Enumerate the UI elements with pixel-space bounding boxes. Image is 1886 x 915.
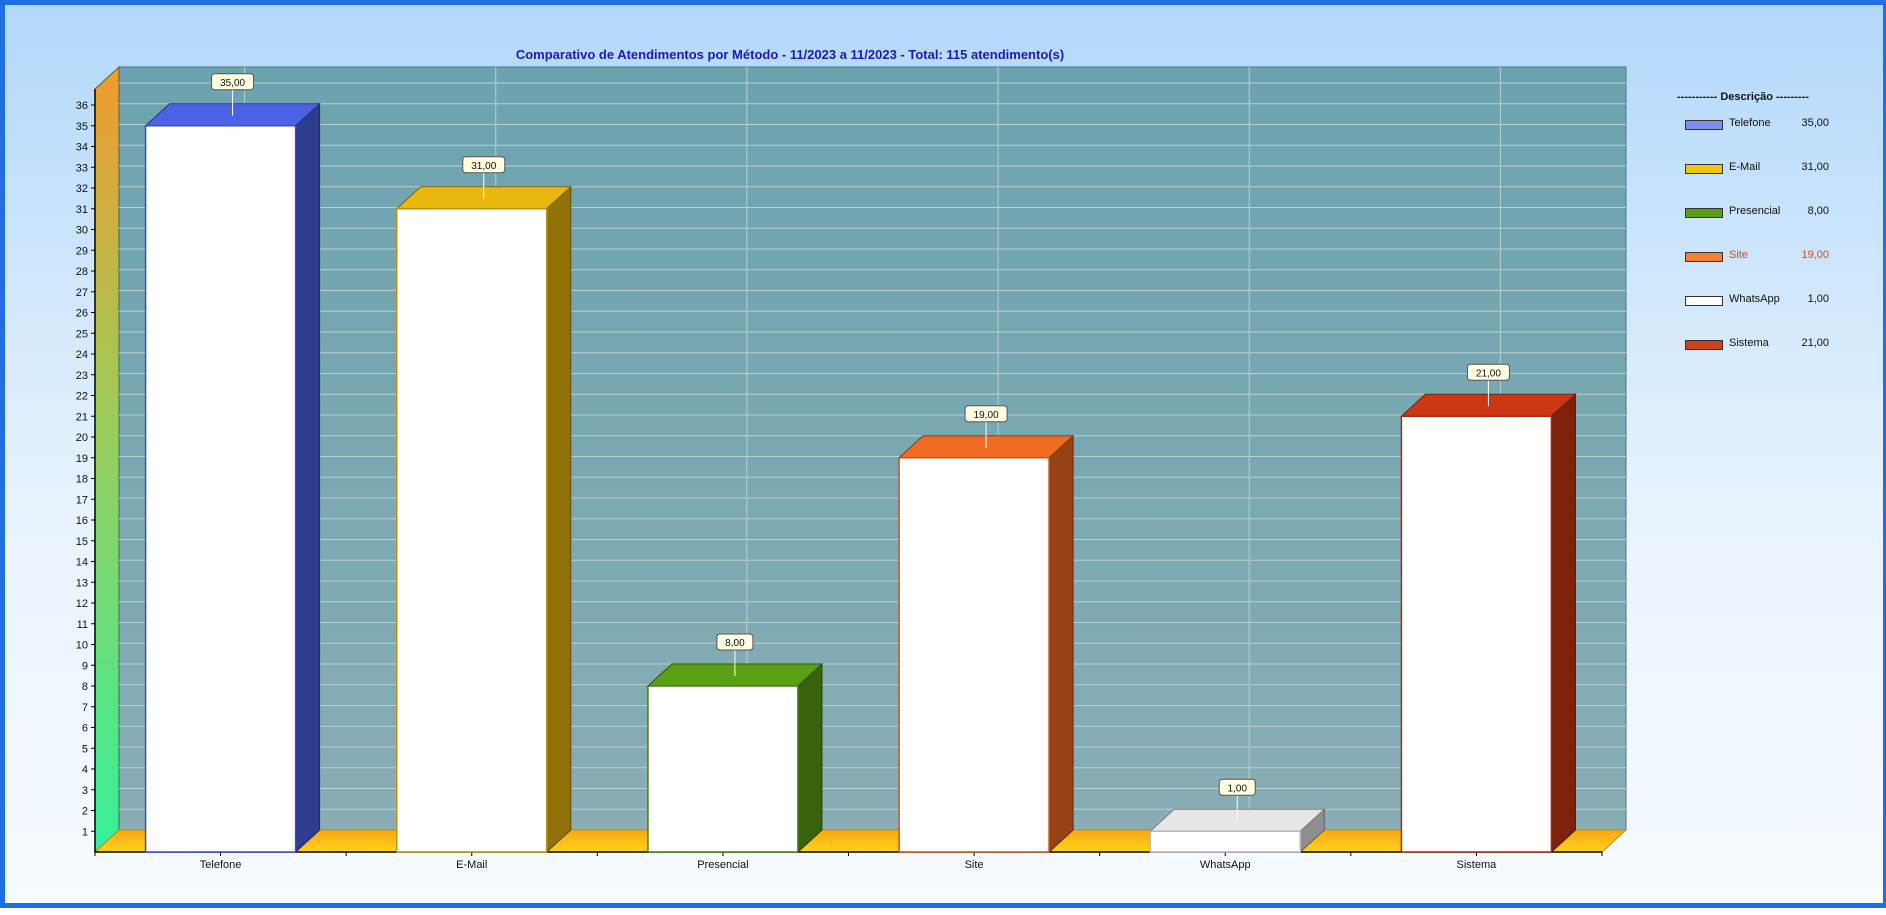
x-tick-label: Presencial: [697, 859, 748, 871]
bar-telefone: [144, 102, 321, 854]
y-tick-label: 12: [76, 598, 88, 610]
legend-value: 31,00: [1801, 161, 1829, 173]
y-tick-label: 22: [76, 391, 88, 403]
y-tick-label: 35: [76, 121, 88, 133]
legend-item-sistema: Sistema 21,00: [1677, 337, 1837, 381]
legend: ----------- Descrição --------- Telefone…: [1677, 91, 1837, 381]
y-tick-label: 13: [76, 577, 88, 589]
legend-value: 21,00: [1801, 337, 1829, 349]
data-label: 35,00: [220, 78, 245, 89]
y-tick-label: 3: [82, 785, 88, 797]
y-tick-label: 34: [76, 142, 88, 154]
legend-item-telefone: Telefone 35,00: [1677, 117, 1837, 161]
bar-front-face: [647, 685, 799, 853]
y-tick-label: 30: [76, 225, 88, 237]
y-tick-label: 10: [76, 640, 88, 652]
bar-front-face: [898, 457, 1050, 853]
data-label: 8,00: [725, 638, 745, 649]
x-tick-label: Sistema: [1457, 859, 1498, 871]
legend-title: ----------- Descrição ---------: [1677, 91, 1809, 103]
bar-side-face: [546, 185, 572, 854]
bar-e-mail: [395, 185, 573, 854]
y-tick-label: 36: [76, 100, 88, 112]
legend-swatch: [1685, 252, 1723, 262]
y-tick-label: 11: [77, 619, 88, 631]
y-tick-label: 17: [76, 494, 88, 506]
y-tick-label: 28: [76, 266, 88, 278]
y-tick-label: 2: [82, 806, 88, 818]
bar-side-face: [1550, 393, 1576, 854]
y-tick-label: 26: [76, 308, 88, 320]
y-tick-label: 7: [82, 702, 88, 714]
y-tick-label: 1: [82, 826, 88, 838]
y-tick-label: 27: [76, 287, 88, 299]
y-tick-label: 21: [76, 411, 88, 423]
bar-presencial: [646, 662, 824, 854]
legend-name: Site: [1729, 249, 1748, 261]
legend-item-whatsapp: WhatsApp 1,00: [1677, 293, 1837, 337]
y-tick-label: 25: [76, 328, 88, 340]
x-tick-label: E-Mail: [456, 859, 487, 871]
bar-site: [897, 434, 1075, 854]
y-tick-label: 31: [76, 204, 88, 216]
y-tick-label: 6: [82, 723, 88, 735]
chart-frame: Comparativo de Atendimentos por Método -…: [0, 0, 1886, 908]
x-tick-label: Site: [965, 859, 984, 871]
legend-swatch: [1685, 164, 1723, 174]
y-tick-label: 16: [76, 515, 88, 527]
y-tick-label: 23: [76, 370, 88, 382]
legend-item-site: Site 19,00: [1677, 249, 1837, 293]
data-label: 19,00: [974, 410, 999, 421]
legend-item-e-mail: E-Mail 31,00: [1677, 161, 1837, 205]
x-tick-label: WhatsApp: [1200, 859, 1251, 871]
legend-name: Presencial: [1729, 205, 1781, 217]
y-tick-label: 32: [76, 183, 88, 195]
bar-front-face: [144, 125, 297, 853]
back-wall: [118, 66, 1627, 831]
y-tick-label: 4: [82, 764, 88, 776]
legend-value: 19,00: [1801, 249, 1829, 261]
bar-front-face: [1400, 415, 1553, 853]
y-tick-label: 9: [82, 660, 88, 672]
y-tick-label: 33: [76, 162, 88, 174]
y-tick-label: 18: [76, 474, 88, 486]
legend-swatch: [1685, 208, 1723, 218]
data-label: 1,00: [1228, 783, 1248, 794]
y-tick-label: 15: [76, 536, 88, 548]
bar-sistema: [1400, 393, 1577, 854]
y-tick-label: 5: [82, 743, 88, 755]
legend-name: E-Mail: [1729, 161, 1761, 173]
bar-front-face: [1149, 830, 1301, 853]
legend-name: Telefone: [1729, 117, 1771, 129]
legend-name: Sistema: [1729, 337, 1769, 349]
data-label: 31,00: [471, 161, 496, 172]
y-tick-label: 20: [76, 432, 88, 444]
data-label: 21,00: [1476, 368, 1501, 379]
legend-name: WhatsApp: [1729, 293, 1780, 305]
x-tick-label: Telefone: [200, 859, 242, 871]
legend-item-presencial: Presencial 8,00: [1677, 205, 1837, 249]
y-tick-label: 8: [82, 681, 88, 693]
floor: [93, 829, 1628, 853]
legend-swatch: [1685, 120, 1723, 130]
legend-swatch: [1685, 296, 1723, 306]
legend-value: 8,00: [1807, 205, 1829, 217]
y-tick-label: 19: [76, 453, 88, 465]
legend-value: 1,00: [1807, 293, 1829, 305]
y-tick-label: 14: [76, 557, 88, 569]
bar-side-face: [295, 102, 321, 854]
bar-side-face: [797, 662, 823, 854]
y-tick-label: 29: [76, 245, 88, 257]
y-tick-label: 24: [76, 349, 88, 361]
bar-chart-plot: 1234567891011121314151617181920212223242…: [76, 65, 1628, 871]
bar-side-face: [1048, 434, 1074, 854]
legend-value: 35,00: [1801, 117, 1829, 129]
bar-front-face: [396, 208, 548, 853]
legend-swatch: [1685, 340, 1723, 350]
side-wall: [94, 65, 120, 854]
